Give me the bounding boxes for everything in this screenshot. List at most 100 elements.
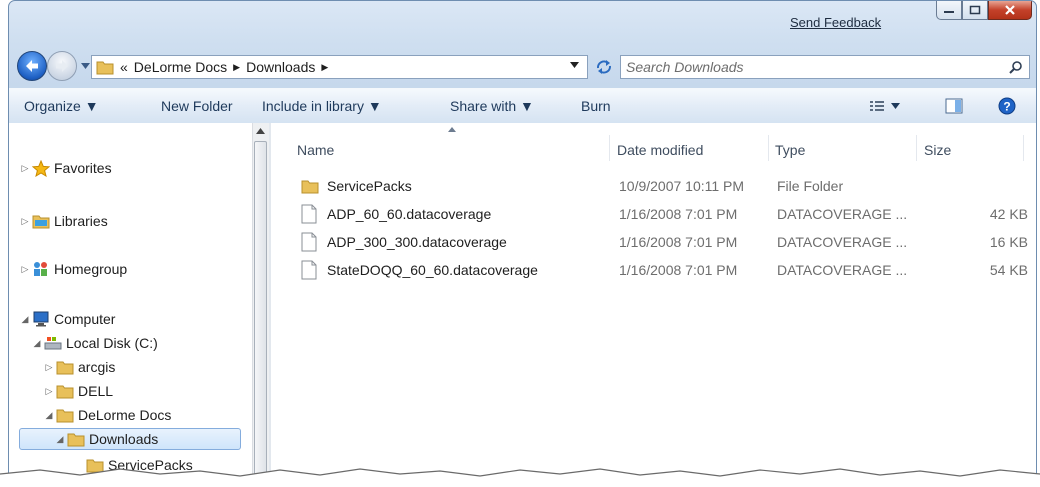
search-icon[interactable] bbox=[1009, 60, 1023, 74]
maximize-button[interactable] bbox=[962, 1, 988, 20]
folder-icon bbox=[301, 180, 319, 194]
collapse-arrow-icon[interactable]: ◢ bbox=[54, 434, 66, 445]
tree-item-label: Homegroup bbox=[54, 261, 128, 277]
share-with-button[interactable]: Share with ▼ bbox=[450, 98, 534, 114]
tree-item-label: DELL bbox=[78, 383, 114, 399]
file-name: StateDOQQ_60_60.datacoverage bbox=[327, 262, 538, 278]
breadcrumb-item[interactable]: Downloads bbox=[246, 59, 315, 75]
close-icon bbox=[1005, 5, 1015, 15]
column-divider[interactable] bbox=[1023, 135, 1024, 161]
forward-arrow-icon bbox=[56, 60, 68, 72]
column-divider[interactable] bbox=[609, 135, 610, 161]
file-row[interactable]: ADP_300_300.datacoverage 1/16/2008 7:01 … bbox=[271, 231, 1036, 253]
column-divider[interactable] bbox=[768, 135, 769, 161]
file-name: ServicePacks bbox=[327, 178, 412, 194]
recent-pages-dropdown-icon[interactable] bbox=[81, 63, 90, 69]
file-type: DATACOVERAGE ... bbox=[777, 206, 908, 222]
organize-button[interactable]: Organize ▼ bbox=[24, 98, 99, 114]
collapse-arrow-icon[interactable]: ◢ bbox=[19, 314, 31, 325]
breadcrumb-arrow-icon[interactable]: ▶ bbox=[321, 62, 328, 73]
column-header-date-modified[interactable]: Date modified bbox=[617, 142, 703, 158]
refresh-button[interactable] bbox=[592, 55, 616, 79]
tree-item-label: Local Disk (C:) bbox=[66, 335, 158, 351]
folder-icon bbox=[66, 430, 86, 448]
file-list: Name Date modified Type Size ServicePack… bbox=[271, 123, 1036, 476]
expand-arrow-icon[interactable]: ▷ bbox=[19, 216, 31, 227]
tree-item-local-disk[interactable]: ◢ Local Disk (C:) bbox=[31, 332, 158, 354]
navigation-pane: ▷ Favorites ▷ Libraries ▷ Homegroup ◢ Co… bbox=[9, 123, 259, 476]
libraries-icon bbox=[31, 212, 51, 230]
include-in-library-button[interactable]: Include in library ▼ bbox=[262, 98, 382, 114]
window-controls bbox=[936, 1, 1032, 20]
expand-arrow-icon[interactable]: ▷ bbox=[19, 264, 31, 275]
forward-button[interactable] bbox=[47, 51, 77, 81]
collapse-arrow-icon[interactable]: ◢ bbox=[31, 338, 43, 349]
star-icon bbox=[31, 159, 51, 177]
scroll-up-icon[interactable] bbox=[256, 128, 265, 134]
tree-item-label: arcgis bbox=[78, 359, 116, 375]
address-bar[interactable]: « DeLorme Docs ▶ Downloads ▶ bbox=[91, 55, 588, 79]
column-header-size[interactable]: Size bbox=[924, 142, 951, 158]
file-type: DATACOVERAGE ... bbox=[777, 262, 908, 278]
file-date: 1/16/2008 7:01 PM bbox=[619, 262, 738, 278]
sort-ascending-icon bbox=[448, 127, 456, 132]
send-feedback-link[interactable]: Send Feedback bbox=[790, 15, 881, 30]
nav-scrollbar[interactable] bbox=[252, 123, 269, 476]
breadcrumb-arrow-icon[interactable]: ▶ bbox=[233, 62, 240, 73]
file-size: 42 KB bbox=[989, 206, 1028, 222]
search-box[interactable]: Search Downloads bbox=[620, 55, 1030, 79]
column-header-name[interactable]: Name bbox=[297, 142, 334, 158]
tree-item-label: DeLorme Docs bbox=[78, 407, 172, 423]
preview-pane-button[interactable] bbox=[945, 98, 963, 114]
expand-arrow-icon[interactable]: ▷ bbox=[43, 362, 55, 373]
torn-edge bbox=[0, 468, 1040, 487]
maximize-icon bbox=[969, 5, 981, 15]
burn-button[interactable]: Burn bbox=[581, 98, 611, 114]
breadcrumb-overflow[interactable]: « bbox=[120, 59, 128, 75]
collapse-arrow-icon[interactable]: ◢ bbox=[43, 410, 55, 421]
view-icon bbox=[870, 101, 884, 111]
folder-icon bbox=[55, 382, 75, 400]
minimize-button[interactable] bbox=[936, 1, 962, 20]
refresh-icon bbox=[597, 60, 611, 74]
file-date: 1/16/2008 7:01 PM bbox=[619, 234, 738, 250]
help-icon[interactable]: ? bbox=[998, 97, 1016, 115]
tree-item-delorme-docs[interactable]: ◢ DeLorme Docs bbox=[43, 404, 172, 426]
tree-item-label: Computer bbox=[54, 311, 116, 327]
command-bar: Organize ▼ New Folder Include in library… bbox=[9, 88, 1036, 124]
change-view-button[interactable] bbox=[869, 99, 900, 113]
svg-text:?: ? bbox=[1003, 100, 1010, 114]
breadcrumb-item[interactable]: DeLorme Docs bbox=[134, 59, 227, 75]
file-size: 54 KB bbox=[989, 262, 1028, 278]
scrollbar-thumb[interactable] bbox=[254, 141, 267, 476]
homegroup-icon bbox=[31, 260, 51, 278]
file-row[interactable]: ServicePacks 10/9/2007 10:11 PM File Fol… bbox=[271, 175, 1036, 197]
tree-item-dell[interactable]: ▷ DELL bbox=[43, 380, 114, 402]
tree-item-computer[interactable]: ◢ Computer bbox=[19, 308, 116, 330]
column-header-type[interactable]: Type bbox=[775, 142, 805, 158]
file-name: ADP_300_300.datacoverage bbox=[327, 234, 507, 250]
file-row[interactable]: ADP_60_60.datacoverage 1/16/2008 7:01 PM… bbox=[271, 203, 1036, 225]
tree-item-label: Libraries bbox=[54, 213, 108, 229]
file-name: ADP_60_60.datacoverage bbox=[327, 206, 492, 222]
back-button[interactable] bbox=[17, 51, 47, 81]
tree-item-arcgis[interactable]: ▷ arcgis bbox=[43, 356, 116, 378]
tree-item-favorites[interactable]: ▷ Favorites bbox=[19, 157, 112, 179]
file-type: File Folder bbox=[777, 178, 844, 194]
minimize-icon bbox=[944, 11, 954, 13]
address-dropdown-icon[interactable] bbox=[570, 62, 579, 68]
search-placeholder: Search Downloads bbox=[626, 59, 744, 75]
view-dropdown-icon bbox=[891, 103, 900, 109]
content-area: ▷ Favorites ▷ Libraries ▷ Homegroup ◢ Co… bbox=[9, 123, 1036, 476]
tree-item-homegroup[interactable]: ▷ Homegroup bbox=[19, 258, 128, 280]
computer-icon bbox=[31, 310, 51, 328]
expand-arrow-icon[interactable]: ▷ bbox=[43, 386, 55, 397]
expand-arrow-icon[interactable]: ▷ bbox=[19, 163, 31, 174]
folder-icon bbox=[55, 406, 75, 424]
tree-item-downloads[interactable]: ◢ Downloads bbox=[19, 428, 241, 450]
file-row[interactable]: StateDOQQ_60_60.datacoverage 1/16/2008 7… bbox=[271, 259, 1036, 281]
close-button[interactable] bbox=[988, 1, 1032, 20]
new-folder-button[interactable]: New Folder bbox=[161, 98, 233, 114]
column-divider[interactable] bbox=[916, 135, 917, 161]
tree-item-libraries[interactable]: ▷ Libraries bbox=[19, 210, 108, 232]
